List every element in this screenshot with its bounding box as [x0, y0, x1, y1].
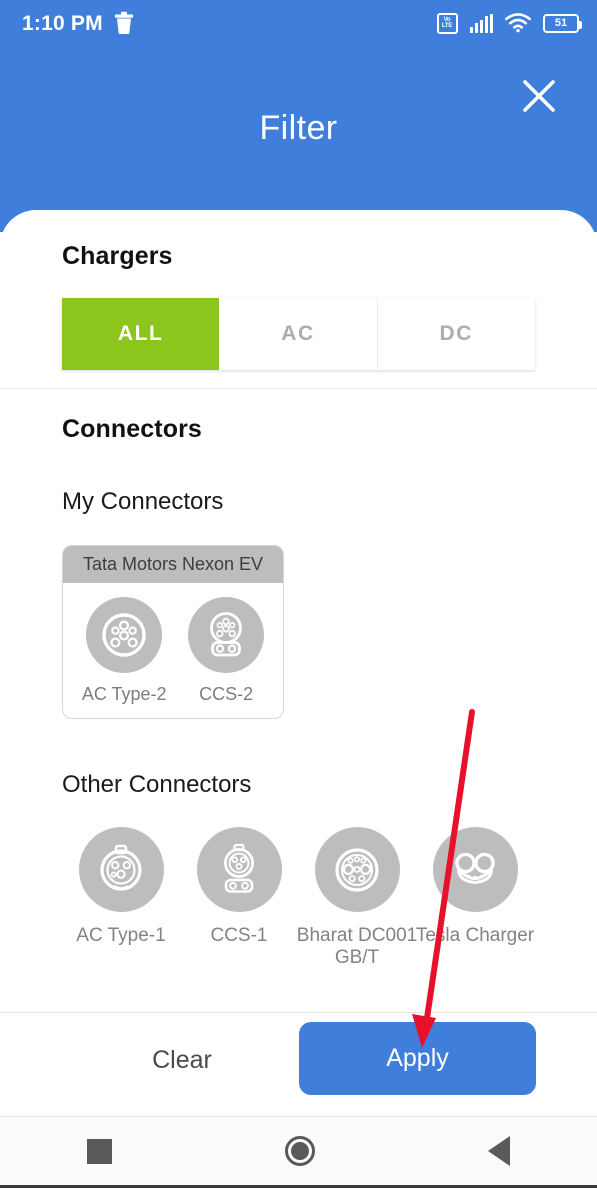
tesla-charger-icon: [455, 852, 495, 884]
connector-disc: [78, 827, 164, 913]
bharat-dc001-gbt-icon: [335, 848, 379, 892]
volte-icon: Vo LTE: [436, 12, 458, 34]
filter-header: Filter: [0, 46, 597, 211]
my-connectors-title: My Connectors: [62, 488, 224, 515]
vehicle-name: Tata Motors Nexon EV: [63, 546, 283, 583]
other-connectors-title: Other Connectors: [62, 771, 252, 799]
apply-button[interactable]: Apply: [299, 1022, 536, 1095]
filter-footer: Clear Apply: [0, 1012, 597, 1117]
connector-disc: [188, 596, 265, 673]
connector-ccs-1[interactable]: CCS-1: [180, 827, 298, 969]
ccs-2-icon: [210, 611, 243, 657]
circle-home-icon[interactable]: [284, 1136, 315, 1166]
android-navigation-bar: [0, 1117, 597, 1188]
connector-tesla-charger[interactable]: Tesla Charger: [416, 827, 534, 969]
connector-bharat-dc001-gbt[interactable]: Bharat DC001 GB/T: [297, 827, 417, 969]
connector-ac-type-2[interactable]: AC Type-2: [81, 596, 167, 705]
vehicle-connector-list: AC Type-2 CCS-2: [63, 583, 283, 719]
chargers-title: Chargers: [62, 242, 173, 270]
section-divider: [0, 388, 597, 389]
wifi-icon: [505, 13, 531, 33]
square-recents-icon[interactable]: [86, 1138, 112, 1164]
status-bar-left: 1:10 PM: [22, 11, 134, 35]
status-bar-right: Vo LTE 51: [436, 12, 582, 34]
close-icon: [523, 80, 555, 112]
connector-label: AC Type-1: [76, 925, 166, 947]
battery-icon: 51: [543, 13, 582, 33]
ac-type-2-icon: [102, 613, 146, 657]
ac-type-1-icon: [100, 844, 142, 891]
connector-label: AC Type-2: [81, 683, 167, 704]
connector-label: CCS-1: [210, 925, 268, 947]
connector-disc: [196, 827, 282, 913]
segment-dc[interactable]: DC: [377, 298, 535, 370]
connector-ccs-2[interactable]: CCS-2: [188, 596, 265, 705]
connector-label: CCS-2: [199, 683, 254, 704]
connector-label: Bharat DC001 GB/T: [296, 925, 418, 969]
battery-level-label: 51: [554, 16, 568, 29]
connectors-section: Connectors My Connectors Tata Motors Nex…: [0, 415, 597, 969]
status-bar: 1:10 PM Vo LTE 51: [0, 0, 597, 46]
ccs-1-icon: [223, 843, 255, 893]
signal-bars-icon: [469, 13, 493, 33]
triangle-back-icon[interactable]: [488, 1136, 511, 1166]
page-title: Filter: [259, 109, 338, 147]
filter-sheet: Chargers ALL AC DC Connectors My Connect…: [0, 210, 597, 1012]
other-connectors-list: AC Type-1 CCS-1 Bharat DC001 GB/T Tesla …: [62, 827, 535, 969]
connector-disc: [432, 827, 518, 913]
filter-screen: 1:10 PM Vo LTE 51 Filter Chargers ALL AC…: [0, 0, 597, 1188]
close-button[interactable]: [517, 74, 561, 118]
status-time: 1:10 PM: [22, 11, 103, 35]
vehicle-connector-card: Tata Motors Nexon EV AC Type-2 CCS-2: [62, 545, 284, 720]
connector-label: Tesla Charger: [415, 925, 535, 947]
connectors-title: Connectors: [62, 415, 202, 443]
chargers-section: Chargers ALL AC DC: [0, 210, 597, 370]
segment-all[interactable]: ALL: [62, 298, 220, 370]
clear-button[interactable]: Clear: [118, 1046, 246, 1075]
trash-icon: [114, 11, 133, 34]
charger-type-segmented-control: ALL AC DC: [62, 298, 535, 370]
connector-disc: [314, 827, 400, 913]
connector-disc: [86, 596, 163, 673]
connector-ac-type-1[interactable]: AC Type-1: [62, 827, 180, 969]
volte-label-bottom: LTE: [441, 23, 453, 29]
segment-ac[interactable]: AC: [219, 298, 378, 370]
